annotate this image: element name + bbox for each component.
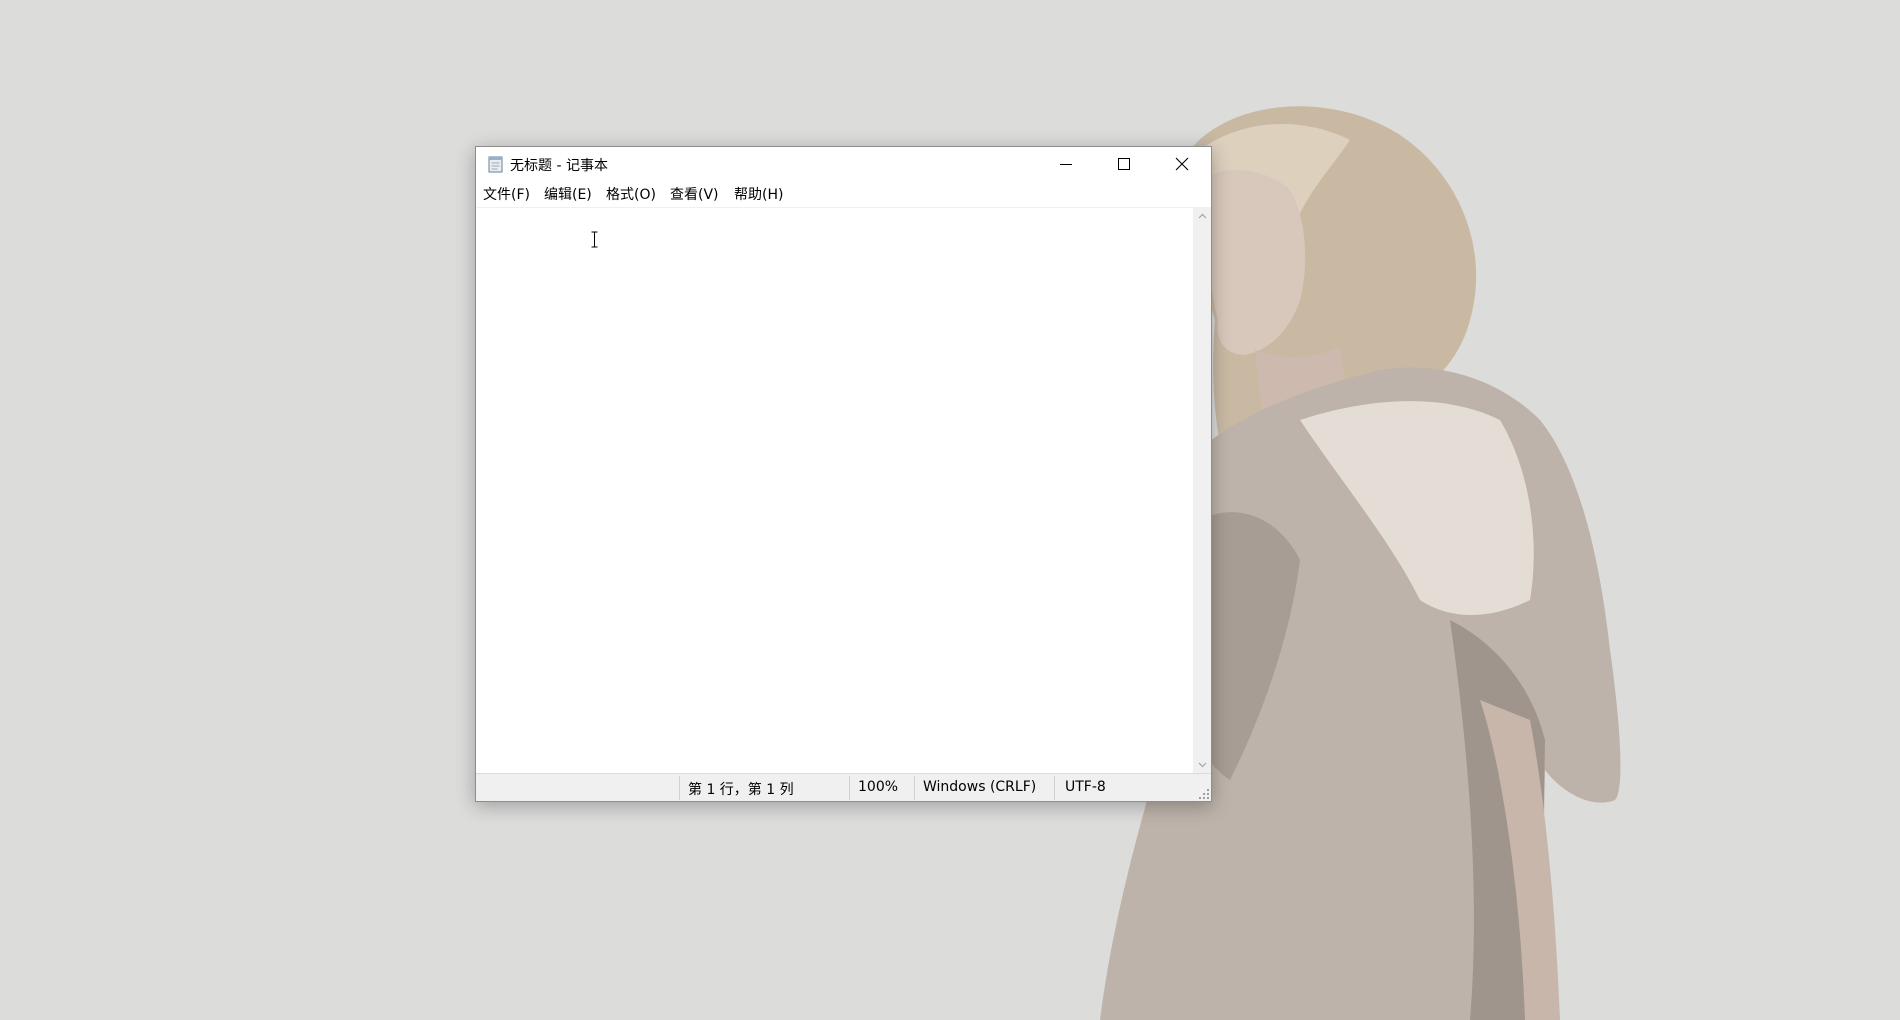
minimize-button[interactable] — [1037, 147, 1095, 181]
text-cursor-icon — [591, 231, 598, 248]
chevron-down-icon — [1198, 762, 1206, 767]
menu-help[interactable]: 帮助(H) — [732, 184, 785, 204]
vertical-scrollbar[interactable] — [1193, 207, 1211, 773]
status-divider — [679, 776, 680, 800]
menu-bar: 文件(F) 编辑(E) 格式(O) 查看(V) 帮助(H) — [476, 181, 1211, 205]
window-title: 无标题 - 记事本 — [510, 158, 608, 174]
maximize-button[interactable] — [1095, 147, 1153, 181]
close-icon — [1175, 157, 1189, 171]
line-ending: Windows (CRLF) — [923, 779, 1037, 795]
notepad-window: 无标题 - 记事本 文件(F) 编辑(E) 格式(O) 查看(V) 帮助(H) … — [475, 146, 1212, 802]
zoom-level: 100% — [858, 779, 899, 795]
desktop: 无标题 - 记事本 文件(F) 编辑(E) 格式(O) 查看(V) 帮助(H) … — [0, 0, 1900, 1020]
menu-edit[interactable]: 编辑(E) — [542, 184, 594, 204]
text-editor[interactable] — [476, 207, 1193, 773]
menu-file[interactable]: 文件(F) — [481, 184, 532, 204]
menu-view[interactable]: 查看(V) — [668, 184, 721, 204]
chevron-up-icon — [1198, 213, 1206, 218]
status-divider — [849, 776, 850, 800]
status-divider — [1054, 776, 1055, 800]
encoding: UTF-8 — [1065, 779, 1106, 795]
menu-format[interactable]: 格式(O) — [604, 184, 658, 204]
close-button[interactable] — [1153, 147, 1211, 181]
status-divider — [914, 776, 915, 800]
resize-grip-icon[interactable] — [1198, 788, 1210, 800]
scroll-up-button[interactable] — [1193, 207, 1211, 224]
title-bar[interactable]: 无标题 - 记事本 — [476, 147, 1211, 181]
notepad-icon — [488, 156, 503, 173]
status-bar: 第 1 行，第 1 列 100% Windows (CRLF) UTF-8 — [476, 773, 1211, 801]
minimize-icon — [1060, 164, 1072, 165]
scroll-down-button[interactable] — [1193, 756, 1211, 773]
cursor-position: 第 1 行，第 1 列 — [688, 782, 794, 798]
maximize-icon — [1118, 158, 1130, 170]
